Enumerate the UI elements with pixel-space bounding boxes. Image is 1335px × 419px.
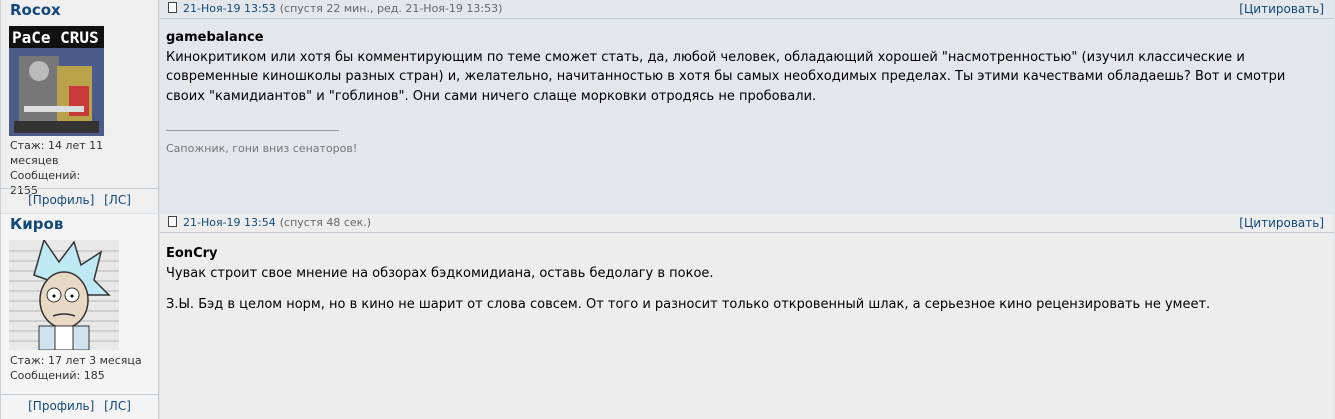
profile-link[interactable]: [Профиль]: [28, 193, 94, 207]
post-body: 21-Ноя-19 13:54 (спустя 48 сек.) [Цитиров…: [160, 214, 1334, 419]
post-document-icon[interactable]: [168, 2, 177, 13]
post-document-icon[interactable]: [168, 216, 177, 227]
post-edit-note: (спустя 48 сек.): [279, 216, 372, 229]
user-stazh: Стаж: 17 лет 3 месяца: [10, 354, 142, 367]
username-link[interactable]: Rocox: [10, 1, 61, 19]
post-content: gamebalance Кинокритиком или хотя бы ком…: [166, 28, 1320, 159]
post-text-line: Чувак строит свое мнение на обзорах бэдк…: [166, 265, 714, 281]
quote-author: gamebalance: [166, 30, 264, 45]
post-edit-note: (спустя 22 мин., ред. 21-Ноя-19 13:53): [279, 2, 503, 15]
profile-links: [Профиль] [ЛС]: [1, 394, 158, 419]
profile-link[interactable]: [Профиль]: [28, 399, 94, 413]
username-link[interactable]: Киров: [10, 215, 63, 233]
quote-button[interactable]: [Цитировать]: [1239, 2, 1324, 16]
post-date-link[interactable]: 21-Ноя-19 13:54: [183, 216, 276, 229]
post-content: EonCry Чувак строит свое мнение на обзор…: [166, 244, 1320, 315]
post-body: 21-Ноя-19 13:53 (спустя 22 мин., ред. 21-…: [160, 0, 1334, 213]
post-text-line: З.Ы. Бэд в целом норм, но в кино не шари…: [166, 297, 1211, 312]
header-divider: [160, 232, 1334, 233]
quote-author: EonCry: [166, 246, 218, 261]
avatar[interactable]: [9, 240, 119, 350]
post-text: Кинокритиком или хотя бы комментирующим …: [166, 49, 1286, 104]
avatar-logo-text: PaCe CRUS: [12, 28, 99, 47]
post-date-link[interactable]: 21-Ноя-19 13:53: [183, 2, 276, 15]
post: Киров Стаж: 17 лет 3 месяца Сообщений: 1…: [1, 214, 1334, 419]
user-stazh: Стаж: 14 лет 11 месяцев: [10, 139, 104, 167]
quote-button[interactable]: [Цитировать]: [1239, 216, 1324, 230]
header-divider: [160, 18, 1334, 19]
avatar[interactable]: PaCe CRUS: [9, 26, 104, 136]
pm-link[interactable]: [ЛС]: [104, 193, 131, 207]
profile-links: [Профиль] [ЛС]: [1, 188, 158, 213]
user-stats: Стаж: 17 лет 3 месяца Сообщений: 185: [10, 353, 158, 383]
signature: Сапожник, гони вниз сенаторов!: [166, 142, 358, 155]
post-profile: Rocox PaCe CRUS Стаж: 14 лет 11 месяцев: [1, 0, 159, 213]
forum-topic: Rocox PaCe CRUS Стаж: 14 лет 11 месяцев: [0, 0, 1334, 419]
signature-divider: [166, 130, 339, 131]
pm-link[interactable]: [ЛС]: [104, 399, 131, 413]
post-profile: Киров Стаж: 17 лет 3 месяца Сообщений: 1…: [1, 214, 159, 419]
user-messages: Сообщений: 185: [10, 369, 105, 382]
post: Rocox PaCe CRUS Стаж: 14 лет 11 месяцев: [1, 0, 1334, 213]
